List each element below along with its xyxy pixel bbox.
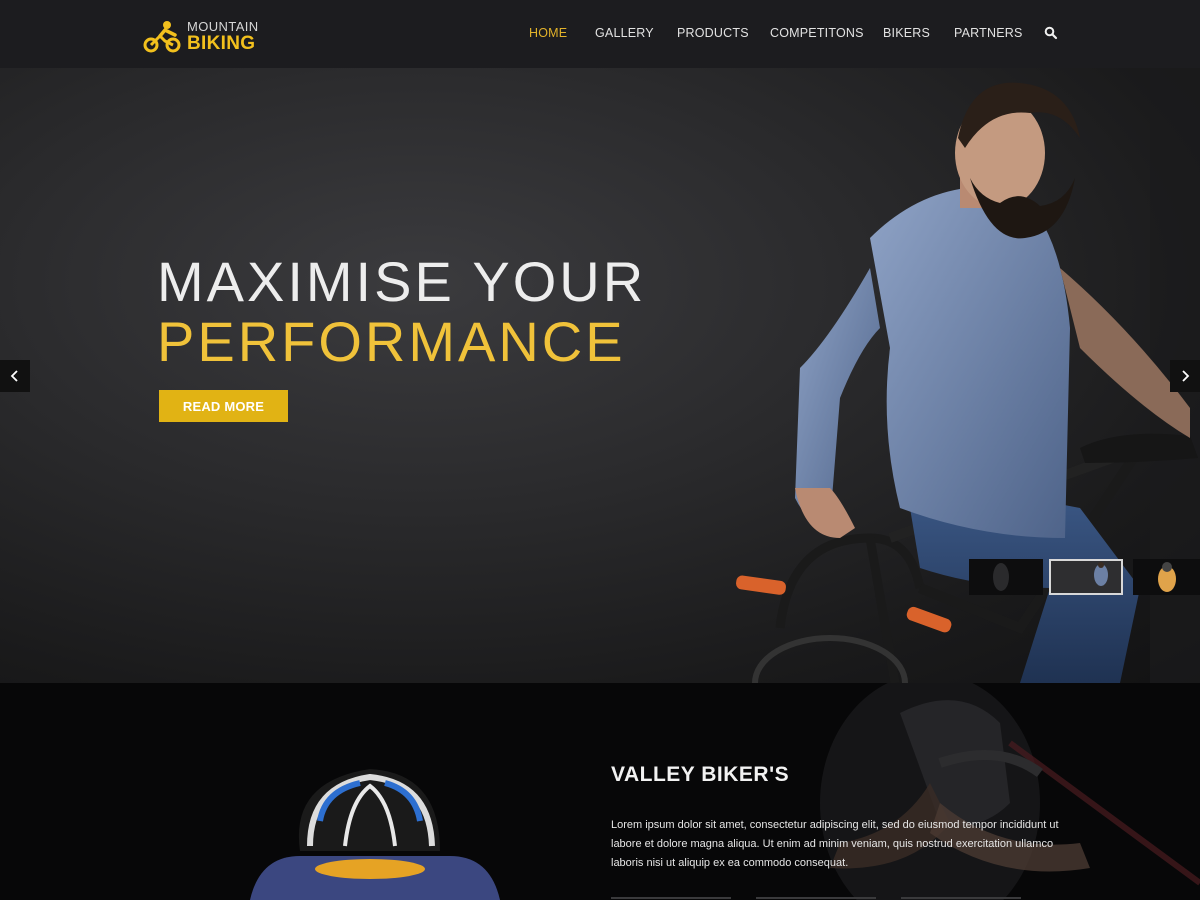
nav-item-gallery[interactable]: GALLERY [595, 26, 654, 40]
slider-thumbnail[interactable] [969, 559, 1043, 595]
slider-thumbnail[interactable] [1133, 559, 1200, 595]
hero-headline: MAXIMISE YOUR PERFORMANCE [157, 254, 646, 370]
slider-next-button[interactable] [1170, 360, 1200, 392]
nav-item-bikers[interactable]: BIKERS [883, 26, 930, 40]
nav-item-home[interactable]: HOME [529, 26, 567, 40]
divider [611, 897, 731, 899]
helmet-cyclist-image [250, 769, 500, 900]
chevron-right-icon [1182, 370, 1190, 382]
hero-headline-line1: MAXIMISE YOUR [157, 250, 647, 313]
section-title: VALLEY BIKER'S [611, 763, 790, 786]
divider [756, 897, 876, 899]
hero-slider: MAXIMISE YOUR PERFORMANCE READ MORE [0, 68, 1200, 683]
section-body-text: Lorem ipsum dolor sit amet, consectetur … [611, 819, 1059, 869]
nav-item-partners[interactable]: PARTNERS [954, 26, 1023, 40]
chevron-left-icon [10, 370, 18, 382]
slider-thumbnails [969, 559, 1200, 595]
slider-thumbnail-active[interactable] [1049, 559, 1123, 595]
nav-item-products[interactable]: PRODUCTS [677, 26, 749, 40]
search-icon[interactable] [1044, 26, 1058, 40]
slider-prev-button[interactable] [0, 360, 30, 392]
divider [901, 897, 1021, 899]
site-header: MOUNTAIN BIKING HOME GALLERY PRODUCTS CO… [0, 0, 1200, 68]
hero-headline-line2: PERFORMANCE [157, 310, 626, 373]
read-more-button[interactable]: READ MORE [159, 390, 288, 422]
nav-item-competitions[interactable]: COMPETITONS [770, 26, 864, 40]
main-nav: HOME GALLERY PRODUCTS COMPETITONS BIKERS… [0, 0, 1200, 68]
valley-bikers-section: VALLEY BIKER'S Lorem ipsum dolor sit ame… [0, 683, 1200, 900]
